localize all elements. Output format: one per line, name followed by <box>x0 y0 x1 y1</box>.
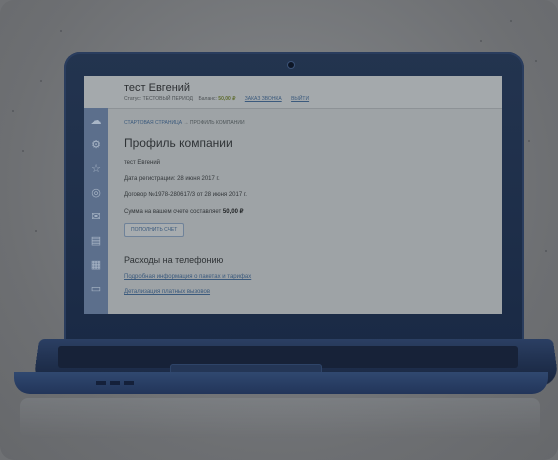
balance-amount: 50,00 ₽ <box>222 209 244 215</box>
logout-link[interactable]: ВЫЙТИ <box>291 96 309 102</box>
registration-date: Дата регистрации: 28 июня 2017 г. <box>124 176 220 182</box>
gear-icon[interactable]: ⚙ <box>89 138 103 152</box>
webcam-icon <box>288 62 294 68</box>
company-name: тест Евгений <box>124 160 161 166</box>
status-label: Статус: <box>124 96 142 102</box>
user-name: тест Евгений <box>124 82 191 94</box>
speck <box>545 250 547 252</box>
mail-icon[interactable]: ✉ <box>89 210 103 224</box>
speck <box>480 40 482 42</box>
plans-link[interactable]: Подробная информация о пакетах и тарифах <box>124 274 494 280</box>
car-icon[interactable]: ▭ <box>89 282 103 296</box>
section-title: Расходы на телефонию <box>124 255 224 265</box>
port-icon <box>124 381 134 385</box>
account-meta: Статус: ТЕСТОВЫЙ ПЕРИОД Баланс: 50,00 ₽ … <box>124 96 309 102</box>
chart-icon[interactable]: ▤ <box>89 234 103 248</box>
main-content: СТАРТОВАЯ СТРАНИЦА → ПРОФИЛЬ КОМПАНИИ Пр… <box>124 120 494 295</box>
grid-icon[interactable]: ▦ <box>89 258 103 272</box>
breadcrumb-home[interactable]: СТАРТОВАЯ СТРАНИЦА <box>124 120 182 126</box>
laptop-screen: тест Евгений Статус: ТЕСТОВЫЙ ПЕРИОД Бал… <box>84 76 502 314</box>
callback-link[interactable]: ЗАКАЗ ЗВОНКА <box>245 96 282 102</box>
speck <box>12 110 14 112</box>
status-value: ТЕСТОВЫЙ ПЕРИОД <box>142 96 193 102</box>
page-title: Профиль компании <box>124 136 233 150</box>
speck <box>535 60 537 62</box>
breadcrumb: СТАРТОВАЯ СТРАНИЦА → ПРОФИЛЬ КОМПАНИИ <box>124 120 494 126</box>
port-icon <box>110 381 120 385</box>
background: тест Евгений Статус: ТЕСТОВЫЙ ПЕРИОД Бал… <box>0 0 558 460</box>
calls-link[interactable]: Детализация платных вызовов <box>124 289 494 295</box>
balance-text: Сумма на вашем счете составляет <box>124 209 222 215</box>
breadcrumb-separator: → <box>183 120 189 126</box>
balance-value: 50,00 ₽ <box>218 96 236 102</box>
contract-info: Договор №1978-280617/3 от 28 июня 2017 г… <box>124 192 247 198</box>
balance-label: Баланс: <box>198 96 217 102</box>
laptop-front-edge <box>14 372 548 394</box>
speck <box>35 230 37 232</box>
star-icon[interactable]: ☆ <box>89 162 103 176</box>
speck <box>22 150 24 152</box>
speck <box>60 30 62 32</box>
breadcrumb-current: ПРОФИЛЬ КОМПАНИИ <box>189 120 245 126</box>
speck <box>528 140 530 142</box>
logo-icon[interactable]: ☁ <box>89 114 103 128</box>
port-icon <box>96 381 106 385</box>
reflection <box>20 398 540 438</box>
sidebar: ☁ ⚙ ☆ ◎ ✉ ▤ ▦ ▭ <box>84 108 108 314</box>
topup-button[interactable]: ПОПОЛНИТЬ СЧЕТ <box>124 223 185 237</box>
top-header: тест Евгений Статус: ТЕСТОВЫЙ ПЕРИОД Бал… <box>84 76 502 109</box>
speck <box>510 20 512 22</box>
balance-info: Сумма на вашем счете составляет 50,00 ₽ <box>124 208 494 215</box>
speck <box>40 80 42 82</box>
circle-icon[interactable]: ◎ <box>89 186 103 200</box>
